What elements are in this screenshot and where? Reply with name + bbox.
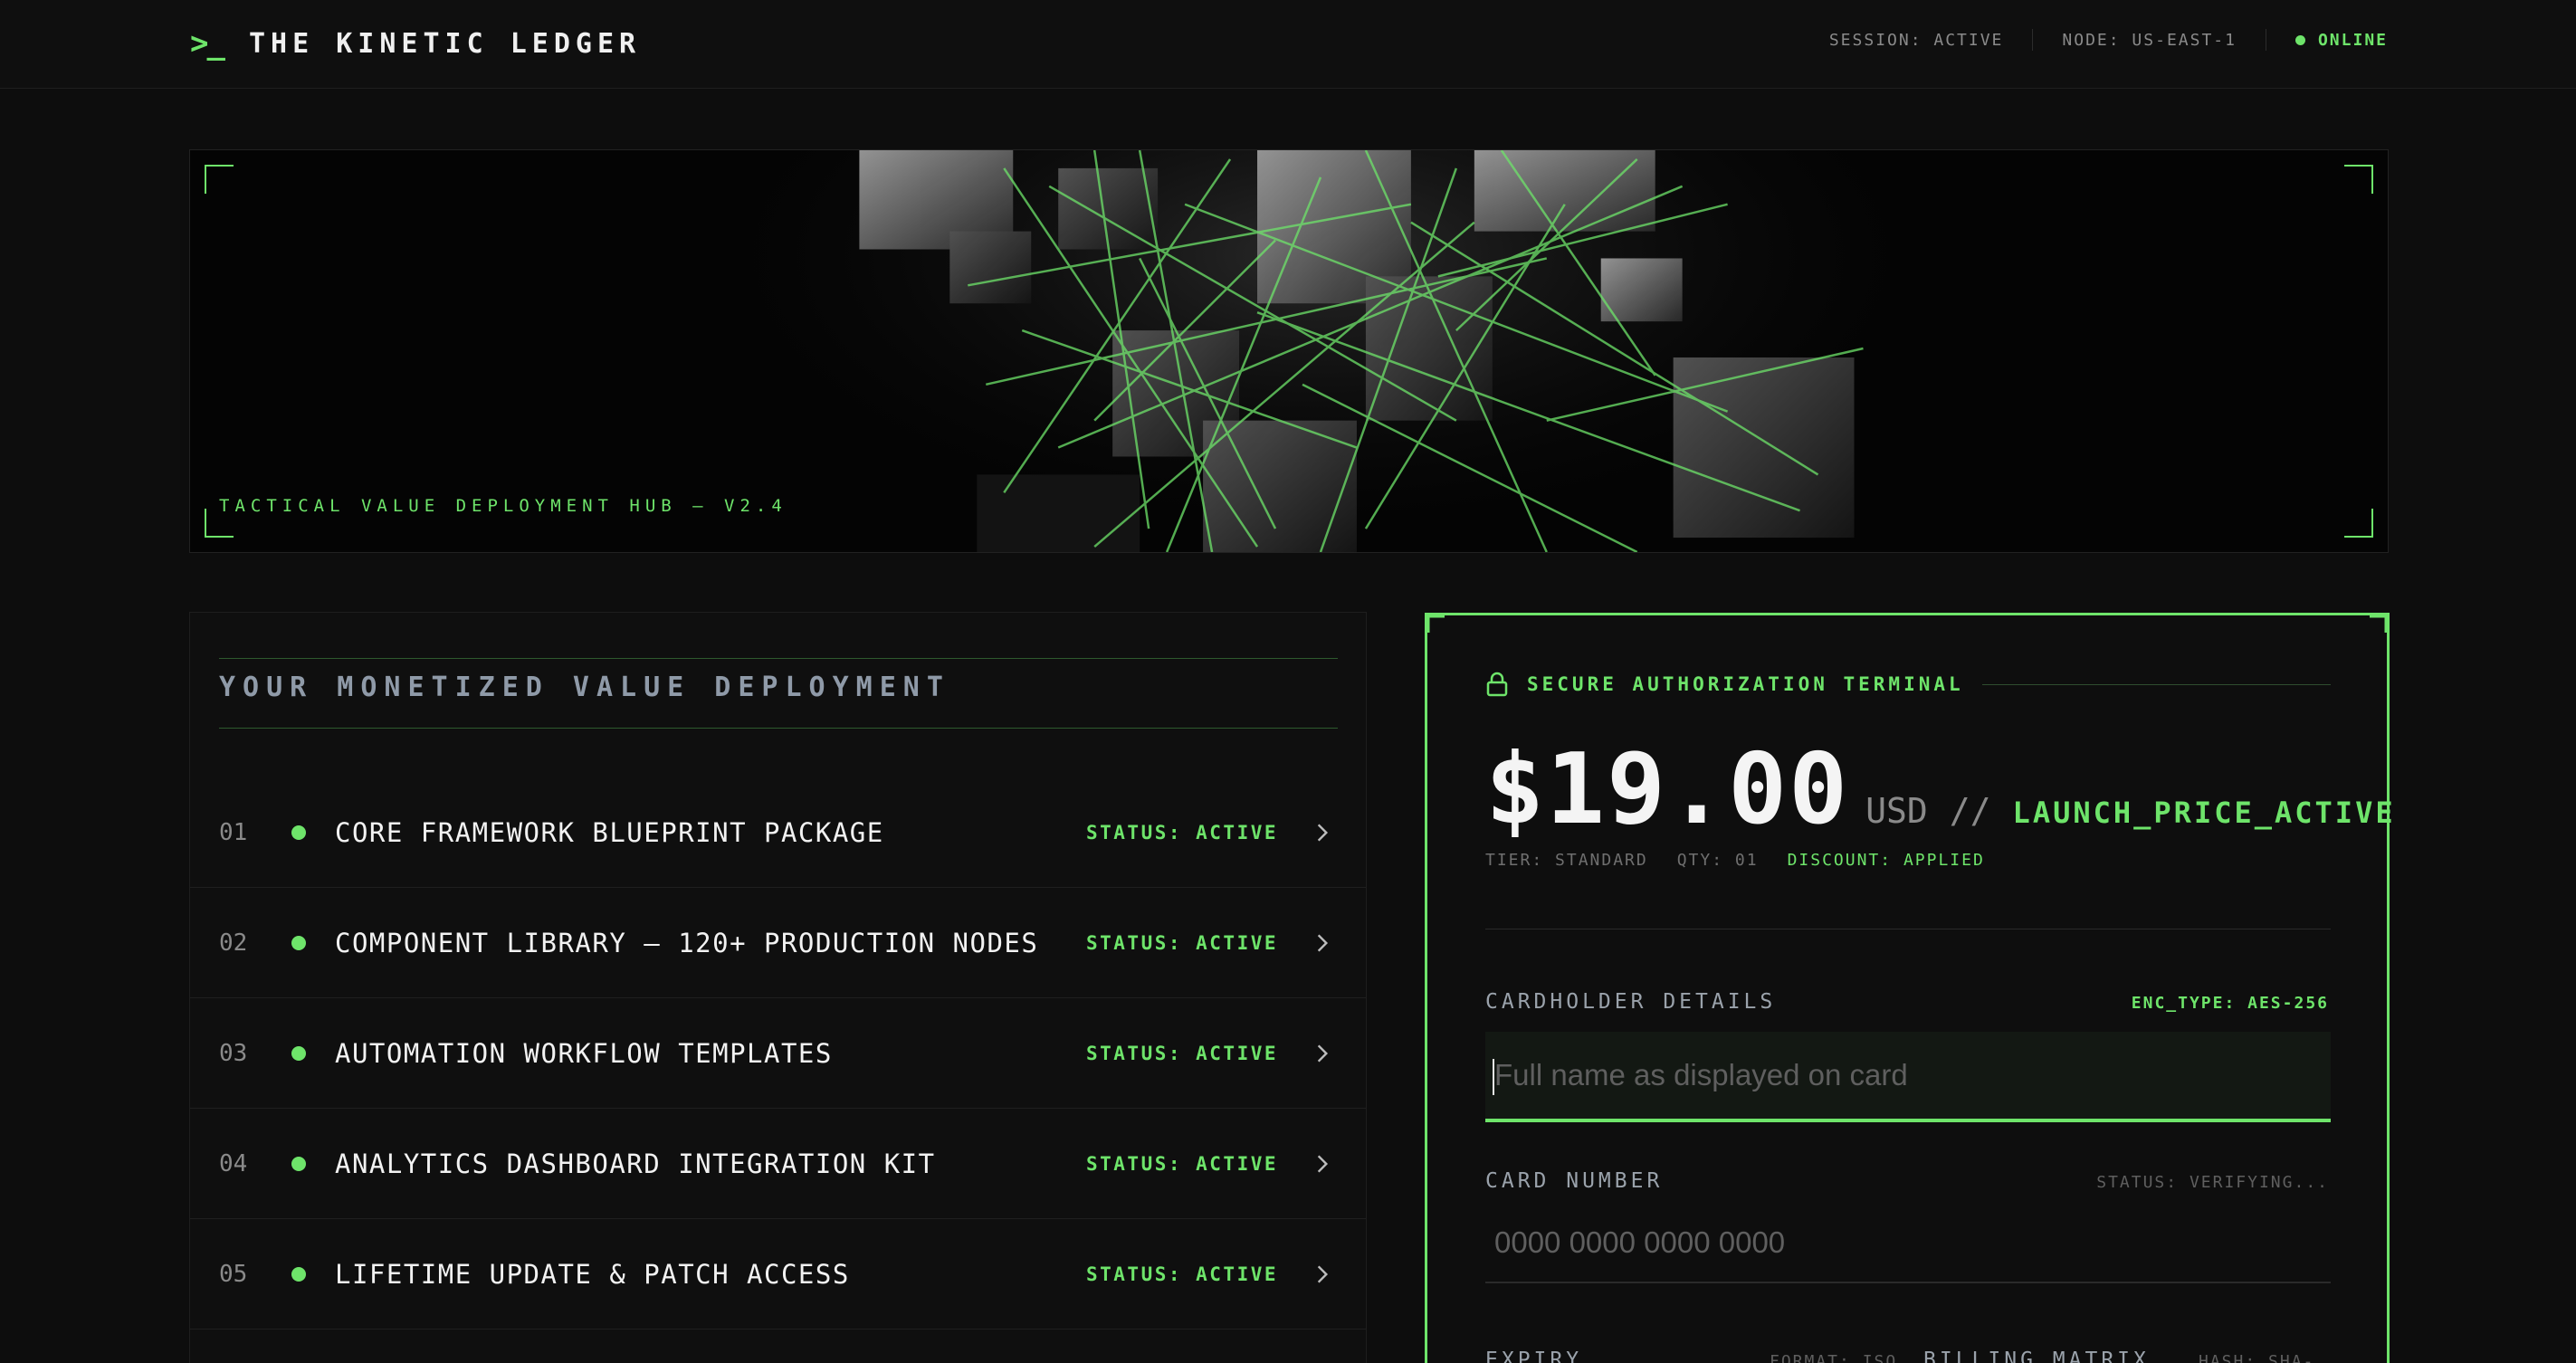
- active-dot-icon: [291, 935, 306, 950]
- deployment-list: 01 CORE FRAMEWORK BLUEPRINT PACKAGE STAT…: [190, 777, 1366, 1330]
- online-indicator: ONLINE: [2295, 31, 2388, 50]
- deployment-panel: YOUR MONETIZED VALUE DEPLOYMENT 01 CORE …: [189, 612, 1367, 1363]
- card-number-input[interactable]: [1485, 1204, 2331, 1282]
- qty-label: QTY: 01: [1676, 851, 1759, 870]
- online-label: ONLINE: [2317, 30, 2388, 50]
- card-number-label: CARD NUMBER: [1485, 1169, 1664, 1193]
- active-dot-icon: [291, 824, 306, 840]
- hero-banner: TACTICAL VALUE DEPLOYMENT HUB — V2.4: [189, 149, 2389, 553]
- frame-corner: [2344, 165, 2373, 194]
- frame-corner: [2344, 509, 2373, 538]
- chevron-right-icon[interactable]: [1311, 1263, 1334, 1286]
- active-dot-icon: [291, 1266, 306, 1282]
- chevron-right-icon[interactable]: [1311, 931, 1334, 955]
- network-cubes-illustration: [190, 150, 2388, 552]
- divider: [2032, 29, 2034, 51]
- terminal-header: SECURE AUTHORIZATION TERMINAL: [1485, 672, 2331, 697]
- encryption-tag: ENC_TYPE: AES-256: [2131, 994, 2329, 1013]
- brand-title: THE KINETIC LEDGER: [248, 27, 642, 60]
- price-separator: //: [1949, 791, 1991, 831]
- billing-hash-tag: HASH: SHA-: [2199, 1352, 2315, 1363]
- price-amount: $19.00: [1485, 733, 1850, 846]
- discount-label: DISCOUNT: APPLIED: [1787, 851, 1985, 870]
- item-name: LIFETIME UPDATE & PATCH ACCESS: [335, 1258, 850, 1290]
- billing-label: BILLING MATRIX: [1923, 1349, 2150, 1363]
- expiry-format-tag: FORMAT: ISO: [1770, 1352, 1898, 1363]
- active-dot-icon: [291, 1045, 306, 1061]
- terminal-title: SECURE AUTHORIZATION TERMINAL: [1527, 673, 1964, 695]
- expiry-label: EXPIRY: [1485, 1349, 1583, 1363]
- chevron-right-icon[interactable]: [1311, 1152, 1334, 1176]
- deployment-title: YOUR MONETIZED VALUE DEPLOYMENT: [219, 672, 950, 703]
- top-bar: >_ THE KINETIC LEDGER SESSION: ACTIVE NO…: [0, 0, 2576, 89]
- status-dot-icon: [2295, 34, 2305, 45]
- item-name: AUTOMATION WORKFLOW TEMPLATES: [335, 1037, 833, 1069]
- item-status: STATUS: ACTIVE: [1086, 1263, 1279, 1285]
- verification-tag: STATUS: VERIFYING...: [2096, 1173, 2329, 1192]
- frame-corner: [205, 165, 234, 194]
- list-item[interactable]: 03 AUTOMATION WORKFLOW TEMPLATES STATUS:…: [190, 998, 1366, 1109]
- order-meta: TIER: STANDARD QTY: 01 DISCOUNT: APPLIED: [1485, 851, 2014, 870]
- node-status: NODE: US-EAST-1: [2062, 30, 2237, 50]
- list-item[interactable]: 05 LIFETIME UPDATE & PATCH ACCESS STATUS…: [190, 1219, 1366, 1330]
- price-currency: USD: [1865, 791, 1928, 831]
- lock-icon: [1486, 672, 1508, 697]
- list-item[interactable]: 01 CORE FRAMEWORK BLUEPRINT PACKAGE STAT…: [190, 777, 1366, 888]
- item-number: 03: [219, 1039, 248, 1067]
- card-number-field[interactable]: [1485, 1204, 2331, 1283]
- brand[interactable]: >_ THE KINETIC LEDGER: [190, 25, 641, 62]
- list-item[interactable]: 04 ANALYTICS DASHBOARD INTEGRATION KIT S…: [190, 1109, 1366, 1219]
- item-status: STATUS: ACTIVE: [1086, 821, 1279, 844]
- frame-corner: [2370, 613, 2390, 633]
- chevron-right-icon[interactable]: [1311, 821, 1334, 844]
- list-item[interactable]: 02 COMPONENT LIBRARY — 120+ PRODUCTION N…: [190, 888, 1366, 998]
- item-name: ANALYTICS DASHBOARD INTEGRATION KIT: [335, 1148, 936, 1179]
- chevron-right-icon[interactable]: [1311, 1042, 1334, 1065]
- item-number: 02: [219, 929, 248, 957]
- divider: [1981, 683, 2331, 685]
- system-status-bar: SESSION: ACTIVE NODE: US-EAST-1 ONLINE: [1829, 29, 2388, 51]
- hero-caption: TACTICAL VALUE DEPLOYMENT HUB — V2.4: [219, 496, 787, 516]
- item-status: STATUS: ACTIVE: [1086, 1042, 1279, 1064]
- item-number: 05: [219, 1260, 248, 1288]
- price-state: LAUNCH_PRICE_ACTIVE: [2012, 796, 2396, 830]
- session-status: SESSION: ACTIVE: [1828, 30, 2004, 50]
- active-dot-icon: [291, 1156, 306, 1171]
- tier-label: TIER: STANDARD: [1485, 851, 1648, 870]
- authorization-terminal: SECURE AUTHORIZATION TERMINAL $19.00 USD…: [1425, 613, 2393, 1363]
- item-number: 01: [219, 818, 248, 846]
- terminal-prompt-icon: >_: [190, 25, 225, 62]
- item-number: 04: [219, 1149, 248, 1177]
- frame-corner: [1425, 613, 1445, 633]
- cardholder-field[interactable]: [1485, 1032, 2331, 1122]
- cardholder-label: CARDHOLDER DETAILS: [1485, 990, 1777, 1014]
- deployment-header: YOUR MONETIZED VALUE DEPLOYMENT: [219, 658, 1338, 729]
- cardholder-input[interactable]: [1485, 1032, 2331, 1119]
- item-status: STATUS: ACTIVE: [1086, 1152, 1279, 1175]
- item-name: CORE FRAMEWORK BLUEPRINT PACKAGE: [335, 816, 884, 848]
- item-status: STATUS: ACTIVE: [1086, 931, 1279, 954]
- text-cursor: [1493, 1059, 1494, 1095]
- price-row: $19.00 USD // LAUNCH_PRICE_ACTIVE: [1485, 733, 2396, 846]
- item-name: COMPONENT LIBRARY — 120+ PRODUCTION NODE…: [335, 927, 1039, 958]
